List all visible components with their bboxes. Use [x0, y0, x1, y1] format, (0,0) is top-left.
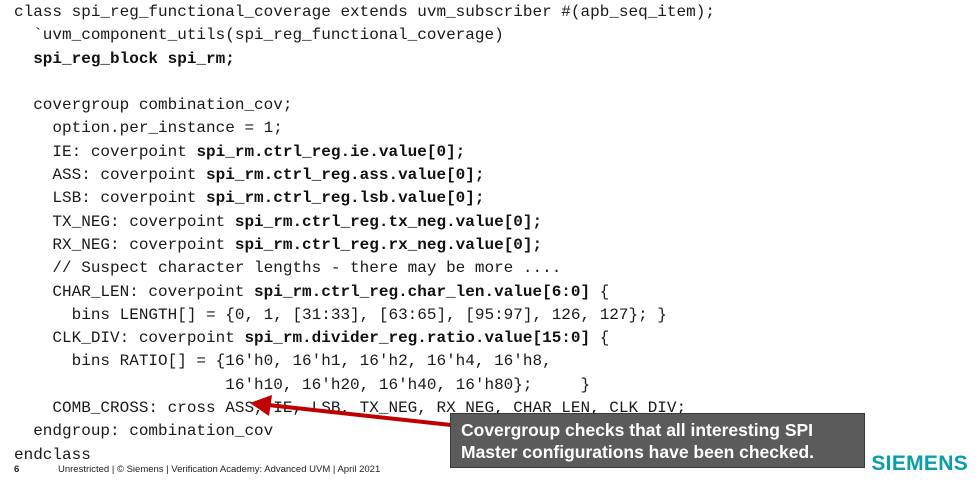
callout-line-2: Master configurations have been checked.	[461, 442, 815, 462]
code-segment: IE: coverpoint	[14, 142, 197, 161]
code-line: bins LENGTH[] = {0, 1, [31:33], [63:65],…	[14, 304, 715, 327]
code-line: `uvm_component_utils(spi_reg_functional_…	[14, 24, 715, 47]
code-segment: {	[590, 282, 610, 301]
code-line: IE: coverpoint spi_rm.ctrl_reg.ie.value[…	[14, 141, 715, 164]
code-segment: CHAR_LEN: coverpoint	[14, 282, 255, 301]
callout-line-1: Covergroup checks that all interesting S…	[461, 420, 814, 440]
code-segment: bins LENGTH[] = {0, 1, [31:33], [63:65],…	[14, 305, 667, 324]
code-segment: ASS: coverpoint	[14, 166, 207, 185]
code-bold-segment: spi_reg_block spi_rm;	[33, 49, 235, 68]
code-line: TX_NEG: coverpoint spi_rm.ctrl_reg.tx_ne…	[14, 211, 715, 234]
code-segment: covergroup combination_cov;	[14, 96, 293, 115]
code-bold-segment: spi_rm.ctrl_reg.tx_neg.value[0];	[234, 212, 543, 231]
code-bold-segment: spi_rm.ctrl_reg.char_len.value[6:0]	[254, 282, 591, 301]
code-listing: class spi_reg_functional_coverage extend…	[14, 1, 715, 467]
code-line: RX_NEG: coverpoint spi_rm.ctrl_reg.rx_ne…	[14, 234, 715, 257]
code-segment: TX_NEG: coverpoint	[14, 212, 235, 231]
code-segment: {	[590, 329, 610, 348]
code-segment: `uvm_component_utils(spi_reg_functional_…	[14, 26, 504, 45]
code-segment: bins RATIO[] = {16'h0, 16'h1, 16'h2, 16'…	[14, 352, 552, 371]
code-bold-segment: spi_rm.ctrl_reg.lsb.value[0];	[206, 189, 485, 208]
code-bold-segment: spi_rm.divider_reg.ratio.value[15:0]	[244, 329, 591, 348]
code-line: class spi_reg_functional_coverage extend…	[14, 1, 715, 24]
code-bold-segment: spi_rm.ctrl_reg.rx_neg.value[0];	[234, 235, 543, 254]
code-segment: class spi_reg_functional_coverage extend…	[14, 3, 715, 21]
code-line: LSB: coverpoint spi_rm.ctrl_reg.lsb.valu…	[14, 187, 715, 210]
code-bold-segment: spi_rm.ctrl_reg.ass.value[0];	[206, 166, 485, 185]
code-line: ASS: coverpoint spi_rm.ctrl_reg.ass.valu…	[14, 164, 715, 187]
code-line: CLK_DIV: coverpoint spi_rm.divider_reg.r…	[14, 327, 715, 350]
page-number: 6	[14, 464, 20, 475]
code-segment: endgroup: combination_cov	[14, 422, 274, 441]
footer: 6 Unrestricted | © Siemens | Verification…	[14, 464, 380, 475]
siemens-logo: SIEMENS	[871, 452, 968, 475]
code-line: option.per_instance = 1;	[14, 117, 715, 140]
code-segment: LSB: coverpoint	[14, 189, 207, 208]
code-line: spi_reg_block spi_rm;	[14, 48, 715, 71]
code-segment: // Suspect character lengths - there may…	[14, 259, 562, 278]
code-line: bins RATIO[] = {16'h0, 16'h1, 16'h2, 16'…	[14, 350, 715, 373]
code-line: covergroup combination_cov;	[14, 94, 715, 117]
code-line: // Suspect character lengths - there may…	[14, 257, 715, 280]
code-segment: option.per_instance = 1;	[14, 119, 283, 138]
code-line: CHAR_LEN: coverpoint spi_rm.ctrl_reg.cha…	[14, 281, 715, 304]
code-line: 16'h10, 16'h20, 16'h40, 16'h80}; }	[14, 374, 715, 397]
code-segment: 16'h10, 16'h20, 16'h40, 16'h80}; }	[14, 375, 591, 394]
code-segment: CLK_DIV: coverpoint	[14, 329, 245, 348]
code-bold-segment: spi_rm.ctrl_reg.ie.value[0];	[196, 142, 466, 161]
code-segment: endclass	[14, 445, 91, 464]
callout-box: Covergroup checks that all interesting S…	[450, 413, 865, 468]
code-segment: RX_NEG: coverpoint	[14, 235, 235, 254]
footer-text: Unrestricted | © Siemens | Verification …	[58, 464, 381, 475]
